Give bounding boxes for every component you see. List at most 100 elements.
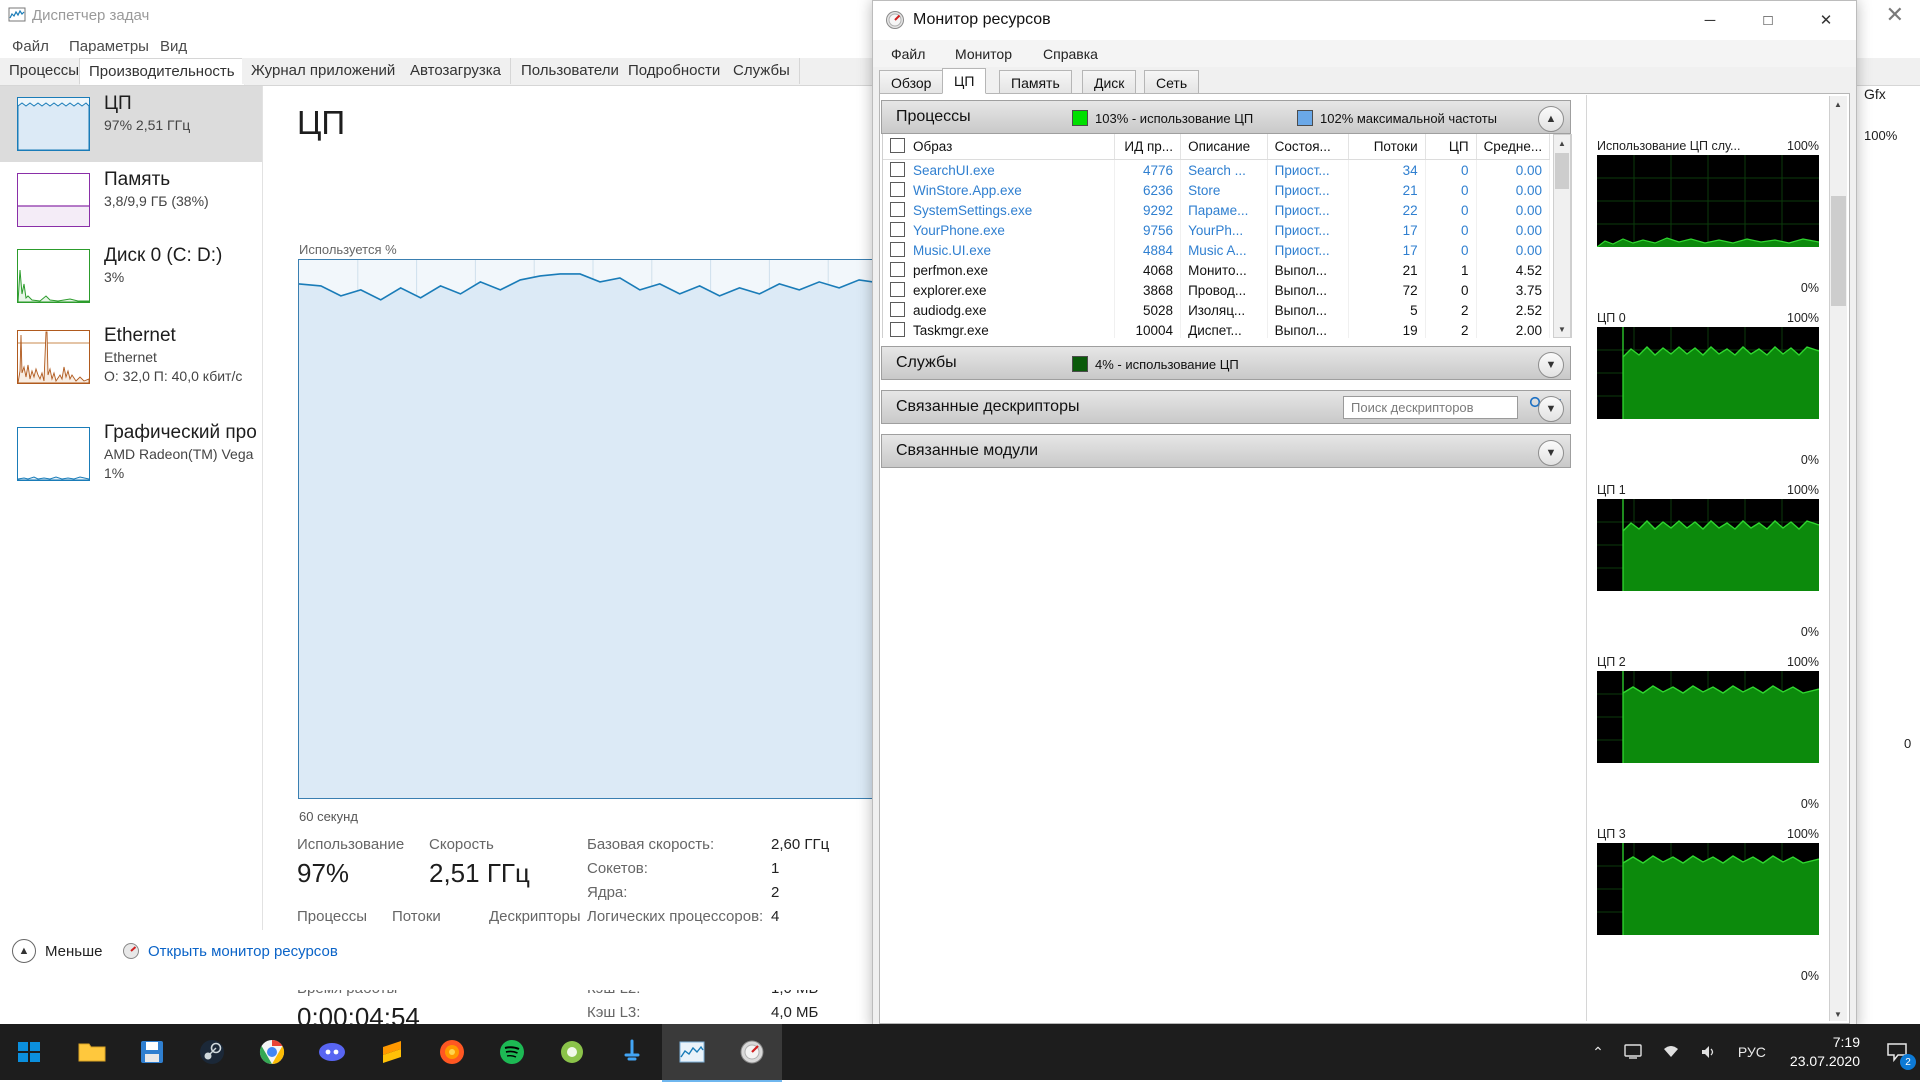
section-modules-header[interactable]: Связанные модули ▼ [881, 434, 1571, 468]
maximize-button[interactable]: □ [1739, 1, 1797, 39]
section-handles-expand-icon[interactable]: ▼ [1538, 396, 1564, 422]
sidebar-item-memory[interactable]: Память 3,8/9,9 ГБ (38%) [0, 162, 262, 238]
col-description[interactable]: Описание [1180, 134, 1268, 160]
taskmgr-icon[interactable] [662, 1024, 722, 1082]
scroll-up-icon[interactable]: ▲ [1830, 96, 1846, 112]
row-threads: 22 [1348, 200, 1426, 220]
tab-details[interactable]: Подробности [619, 58, 731, 84]
col-status[interactable]: Состоя... [1267, 134, 1350, 160]
section-services-header[interactable]: Службы 4% - использование ЦП ▼ [881, 346, 1571, 380]
scroll-down-icon[interactable]: ▼ [1830, 1006, 1846, 1021]
tab-startup[interactable]: Автозагрузка [401, 58, 511, 84]
tray-network-icon[interactable] [1652, 1024, 1690, 1080]
scrollbar-thumb[interactable] [1555, 153, 1569, 189]
file-explorer-icon[interactable] [62, 1024, 122, 1080]
close-button[interactable]: ✕ [1797, 1, 1855, 39]
chevron-up-icon[interactable]: ⌃ [1582, 1024, 1614, 1080]
sidebar-cpu-text: ЦП 97% 2,51 ГГц [104, 92, 190, 135]
chrome-icon[interactable] [242, 1024, 302, 1080]
resmon-icon[interactable] [722, 1024, 782, 1082]
rm-menu-file[interactable]: Файл [885, 44, 931, 64]
sidebar-item-gpu[interactable]: Графический про AMD Radeon(TM) Vega 1% [0, 411, 262, 506]
windows-start-icon[interactable] [0, 1024, 58, 1080]
table-row[interactable]: Taskmgr.exe 10004 Диспет... Выпол... 19 … [883, 320, 1551, 338]
row-checkbox[interactable] [890, 202, 905, 217]
fewer-details-button[interactable]: ▲ Меньше [12, 938, 102, 964]
rm-tab-memory[interactable]: Память [999, 70, 1072, 94]
sidebar-item-ethernet[interactable]: Ethernet Ethernet О: 32,0 П: 40,0 кбит/с [0, 314, 262, 409]
table-row[interactable]: SearchUI.exe 4776 Search ... Приост... 3… [883, 159, 1551, 180]
rm-tab-network[interactable]: Сеть [1144, 70, 1200, 94]
core-graph-cpu0-max: 100% [1787, 311, 1819, 325]
table-row[interactable]: perfmon.exe 4068 Монито... Выпол... 21 1… [883, 260, 1551, 280]
handle-search-box[interactable]: Поиск дескрипторов [1343, 396, 1518, 419]
save-floppy-icon[interactable] [122, 1024, 182, 1080]
section-handles-header[interactable]: Связанные дескрипторы Поиск дескрипторов… [881, 390, 1571, 424]
col-pid[interactable]: ИД пр... [1114, 134, 1182, 160]
row-cpu: 0 [1425, 220, 1477, 240]
tab-users[interactable]: Пользователи [512, 58, 629, 84]
rm-tab-overview[interactable]: Обзор [879, 70, 944, 94]
row-checkbox[interactable] [890, 222, 905, 237]
process-table[interactable]: Образ ИД пр... Описание Состоя... Потоки… [882, 134, 1572, 338]
rm-menu-help[interactable]: Справка [1037, 44, 1104, 64]
core-panel-scrollbar[interactable]: ▲ ▼ [1829, 96, 1847, 1021]
table-row[interactable]: SystemSettings.exe 9292 Параме... Приост… [883, 200, 1551, 220]
select-all-checkbox[interactable] [890, 138, 905, 153]
process-table-scrollbar[interactable]: ▲ ▼ [1553, 134, 1571, 338]
spotify-icon[interactable] [482, 1024, 542, 1080]
utorrent-icon[interactable] [602, 1024, 662, 1080]
row-checkbox[interactable] [890, 182, 905, 197]
row-checkbox[interactable] [890, 282, 905, 297]
section-modules: Связанные модули ▼ [881, 434, 1571, 468]
tab-performance[interactable]: Производительность [79, 58, 245, 85]
language-indicator[interactable]: РУС [1728, 1024, 1776, 1080]
gfx-max-label: 100% [1864, 128, 1898, 143]
menu-view[interactable]: Вид [154, 36, 193, 57]
table-row[interactable]: WinStore.App.exe 6236 Store Приост... 21… [883, 180, 1551, 200]
col-image[interactable]: Образ [883, 134, 1115, 160]
row-checkbox[interactable] [890, 162, 905, 177]
tab-app-history[interactable]: Журнал приложений [242, 58, 406, 84]
menu-options[interactable]: Параметры [63, 36, 155, 57]
table-row[interactable]: explorer.exe 3868 Провод... Выпол... 72 … [883, 280, 1551, 300]
row-checkbox[interactable] [890, 322, 905, 337]
firefox-icon[interactable] [422, 1024, 482, 1080]
rm-menu-monitor[interactable]: Монитор [949, 44, 1018, 64]
rm-tab-disk[interactable]: Диск [1082, 70, 1137, 94]
row-checkbox[interactable] [890, 302, 905, 317]
table-row[interactable]: audiodg.exe 5028 Изоляц... Выпол... 5 2 … [883, 300, 1551, 320]
section-processes-header[interactable]: Процессы 103% - использование ЦП 102% ма… [881, 100, 1571, 134]
tab-processes[interactable]: Процессы [0, 58, 90, 84]
rm-tab-cpu[interactable]: ЦП [942, 68, 987, 94]
tab-services[interactable]: Службы [724, 58, 800, 84]
menu-file[interactable]: Файл [6, 36, 55, 57]
scroll-down-icon[interactable]: ▼ [1554, 321, 1570, 337]
row-image: WinStore.App.exe [913, 183, 1022, 198]
sublime-icon[interactable] [362, 1024, 422, 1080]
section-services-expand-icon[interactable]: ▼ [1538, 352, 1564, 378]
task-manager-close-button[interactable]: ✕ [1886, 4, 1904, 26]
col-cpu[interactable]: ЦП [1425, 134, 1477, 160]
sidebar-item-cpu[interactable]: ЦП 97% 2,51 ГГц [0, 86, 262, 162]
action-center-icon[interactable]: 2 [1874, 1024, 1920, 1080]
col-average[interactable]: Средне... [1476, 134, 1551, 160]
section-modules-expand-icon[interactable]: ▼ [1538, 440, 1564, 466]
clock[interactable]: 7:19 23.07.2020 [1776, 1033, 1874, 1071]
minimize-button[interactable]: ─ [1681, 1, 1739, 39]
row-checkbox[interactable] [890, 242, 905, 257]
section-processes-collapse-icon[interactable]: ▲ [1538, 106, 1564, 132]
scroll-up-icon[interactable]: ▲ [1554, 135, 1570, 151]
table-row[interactable]: Music.UI.exe 4884 Music A... Приост... 1… [883, 240, 1551, 260]
open-resource-monitor-link[interactable]: Открыть монитор ресурсов [122, 938, 338, 964]
tray-monitor-icon[interactable] [1614, 1024, 1652, 1080]
tray-volume-icon[interactable] [1690, 1024, 1728, 1080]
sidebar-item-disk[interactable]: Диск 0 (C: D:) 3% [0, 238, 262, 314]
row-checkbox[interactable] [890, 262, 905, 277]
col-threads[interactable]: Потоки [1348, 134, 1426, 160]
scrollbar-thumb[interactable] [1831, 196, 1846, 306]
steam-icon[interactable] [182, 1024, 242, 1080]
discord-icon[interactable] [302, 1024, 362, 1080]
app-green-icon[interactable] [542, 1024, 602, 1080]
table-row[interactable]: YourPhone.exe 9756 YourPh... Приост... 1… [883, 220, 1551, 240]
